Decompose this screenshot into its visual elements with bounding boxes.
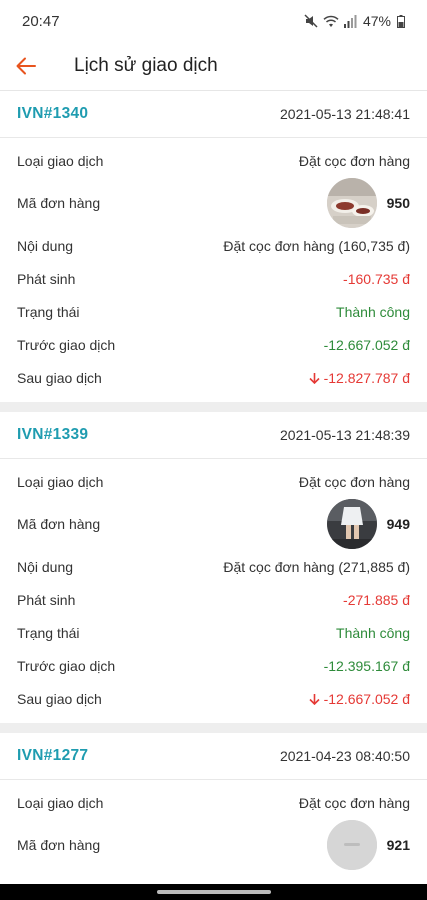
order-link[interactable]: 921: [326, 820, 410, 870]
page-title: Lịch sử giao dịch: [74, 55, 218, 76]
navigation-bar: [0, 884, 427, 900]
row-after: Sau giao dịch -12.827.787 đ: [0, 361, 427, 394]
status-right: 47%: [304, 13, 405, 29]
label-content: Nội dung: [17, 558, 74, 575]
back-button[interactable]: [0, 57, 52, 75]
value-status: Thành công: [336, 624, 410, 641]
value-type: Đặt cọc đơn hàng: [298, 794, 410, 811]
label-amount: Phát sinh: [17, 591, 76, 608]
row-amount: Phát sinh -160.735 đ: [0, 262, 427, 295]
transaction-card[interactable]: IVN#1340 2021-05-13 21:48:41 Loại giao d…: [0, 91, 427, 402]
card-separator: [0, 723, 427, 733]
row-type: Loại giao dịch Đặt cọc đơn hàng: [0, 465, 427, 498]
card-rows: Loại giao dịch Đặt cọc đơn hàng Mã đơn h…: [0, 138, 427, 402]
label-status: Trạng thái: [17, 303, 80, 320]
label-after: Sau giao dịch: [17, 690, 102, 707]
status-icons: [304, 14, 357, 28]
value-after: -12.827.787 đ: [323, 369, 410, 386]
row-status: Trạng thái Thành công: [0, 295, 427, 328]
transaction-id: IVN#1340: [17, 105, 89, 122]
row-content: Nội dung Đặt cọc đơn hàng (271,885 đ): [0, 550, 427, 583]
arrow-left-icon: [16, 57, 36, 75]
label-after: Sau giao dịch: [17, 369, 102, 386]
value-after-wrap: -12.667.052 đ: [309, 691, 410, 707]
arrow-down-icon: [309, 693, 320, 705]
transaction-time: 2021-04-23 08:40:50: [280, 748, 410, 764]
card-header: IVN#1277 2021-04-23 08:40:50: [0, 733, 427, 780]
row-order: Mã đơn hàng 950: [0, 177, 427, 229]
card-rows: Loại giao dịch Đặt cọc đơn hàng Mã đơn h…: [0, 780, 427, 879]
value-after-wrap: -12.827.787 đ: [309, 370, 410, 386]
value-before: -12.395.167 đ: [323, 657, 410, 674]
order-thumbnail: [326, 499, 377, 549]
label-type: Loại giao dịch: [17, 152, 104, 169]
card-header: IVN#1340 2021-05-13 21:48:41: [0, 91, 427, 138]
value-content: Đặt cọc đơn hàng (160,735 đ): [223, 237, 410, 254]
label-order: Mã đơn hàng: [17, 195, 101, 211]
label-order: Mã đơn hàng: [17, 516, 101, 532]
label-status: Trạng thái: [17, 624, 80, 641]
card-header: IVN#1339 2021-05-13 21:48:39: [0, 412, 427, 459]
row-content: Nội dung Đặt cọc đơn hàng (160,735 đ): [0, 229, 427, 262]
value-content: Đặt cọc đơn hàng (271,885 đ): [223, 558, 410, 575]
order-number: 921: [386, 837, 410, 853]
row-status: Trạng thái Thành công: [0, 616, 427, 649]
transaction-card[interactable]: IVN#1339 2021-05-13 21:48:39 Loại giao d…: [0, 412, 427, 723]
order-number: 949: [386, 516, 410, 532]
row-order: Mã đơn hàng 949: [0, 498, 427, 550]
row-type: Loại giao dịch Đặt cọc đơn hàng: [0, 786, 427, 819]
value-before: -12.667.052 đ: [323, 336, 410, 353]
row-before: Trước giao dịch -12.395.167 đ: [0, 649, 427, 682]
wifi-icon: [323, 15, 339, 27]
transaction-card[interactable]: IVN#1277 2021-04-23 08:40:50 Loại giao d…: [0, 733, 427, 879]
transaction-list[interactable]: IVN#1340 2021-05-13 21:48:41 Loại giao d…: [0, 91, 427, 879]
label-before: Trước giao dịch: [17, 336, 116, 353]
label-content: Nội dung: [17, 237, 74, 254]
app-bar: Lịch sử giao dịch: [0, 42, 427, 91]
transaction-time: 2021-05-13 21:48:39: [280, 427, 410, 443]
mute-icon: [304, 14, 318, 28]
value-amount: -271.885 đ: [343, 591, 410, 608]
value-type: Đặt cọc đơn hàng: [298, 473, 410, 490]
transaction-id: IVN#1339: [17, 426, 89, 443]
transaction-time: 2021-05-13 21:48:41: [280, 106, 410, 122]
order-link[interactable]: 950: [326, 178, 410, 228]
label-type: Loại giao dịch: [17, 794, 104, 811]
label-type: Loại giao dịch: [17, 473, 104, 490]
signal-icon: [343, 14, 357, 28]
card-rows: Loại giao dịch Đặt cọc đơn hàng Mã đơn h…: [0, 459, 427, 723]
status-time: 20:47: [22, 12, 60, 30]
order-link[interactable]: 949: [326, 499, 410, 549]
transaction-id: IVN#1277: [17, 747, 89, 764]
home-handle[interactable]: [156, 890, 271, 894]
value-status: Thành công: [336, 303, 410, 320]
order-thumbnail: [326, 820, 377, 870]
row-after: Sau giao dịch -12.667.052 đ: [0, 682, 427, 715]
value-amount: -160.735 đ: [343, 270, 410, 287]
row-amount: Phát sinh -271.885 đ: [0, 583, 427, 616]
label-before: Trước giao dịch: [17, 657, 116, 674]
order-thumbnail: [326, 178, 377, 228]
label-order: Mã đơn hàng: [17, 837, 101, 853]
arrow-down-icon: [309, 372, 320, 384]
order-number: 950: [386, 195, 410, 211]
value-type: Đặt cọc đơn hàng: [298, 152, 410, 169]
card-separator: [0, 402, 427, 412]
row-before: Trước giao dịch -12.667.052 đ: [0, 328, 427, 361]
row-type: Loại giao dịch Đặt cọc đơn hàng: [0, 144, 427, 177]
battery-percent: 47%: [362, 13, 391, 29]
row-order: Mã đơn hàng 921: [0, 819, 427, 871]
status-bar: 20:47 47%: [0, 0, 427, 42]
label-amount: Phát sinh: [17, 270, 76, 287]
value-after: -12.667.052 đ: [323, 690, 410, 707]
battery-icon: [397, 14, 405, 28]
